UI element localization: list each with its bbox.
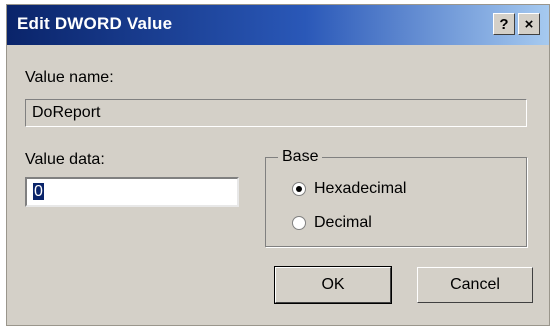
base-label: Base xyxy=(278,148,323,166)
radio-decimal[interactable]: Decimal xyxy=(292,214,372,232)
dialog-title: Edit DWORD Value xyxy=(17,14,173,33)
value-data-text: 0 xyxy=(33,183,44,200)
radio-selected-icon[interactable] xyxy=(292,182,306,196)
radio-hexadecimal[interactable]: Hexadecimal xyxy=(292,180,406,198)
help-button[interactable]: ? xyxy=(493,13,515,35)
question-mark-icon: ? xyxy=(499,15,509,33)
value-name-field: DoReport xyxy=(25,99,527,127)
value-data-input[interactable]: 0 xyxy=(25,177,239,207)
close-icon: × xyxy=(524,15,534,33)
cancel-button[interactable]: Cancel xyxy=(417,267,533,303)
edit-dword-dialog: Edit DWORD Value ? × Value name: DoRepor… xyxy=(6,4,550,326)
hexadecimal-label: Hexadecimal xyxy=(314,180,407,197)
value-name-label: Value name: xyxy=(25,69,114,86)
value-data-label: Value data: xyxy=(25,151,105,168)
decimal-label: Decimal xyxy=(314,214,372,231)
radio-unselected-icon[interactable] xyxy=(292,216,306,230)
ok-button[interactable]: OK xyxy=(274,266,392,304)
title-bar[interactable]: Edit DWORD Value ? × xyxy=(7,5,549,45)
close-button[interactable]: × xyxy=(518,13,540,35)
base-group: Base Hexadecimal Decimal xyxy=(265,148,527,247)
